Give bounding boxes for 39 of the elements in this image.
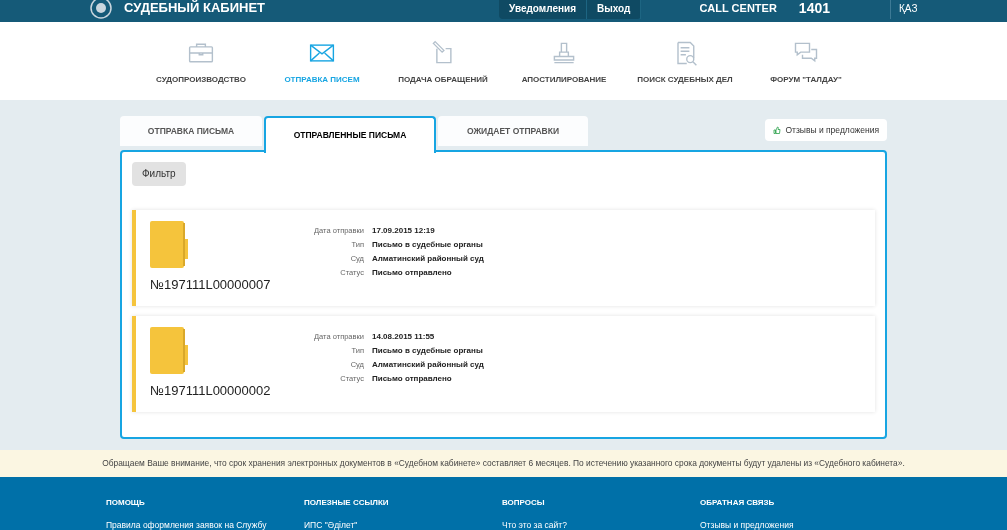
letter-number: №197111L00000002: [150, 381, 272, 400]
tab[interactable]: ОТПРАВКА ПИСЬМА: [120, 116, 262, 146]
site-title: СУДЕБНЫЙ КАБИНЕТ: [124, 0, 265, 18]
tab[interactable]: ОТПРАВЛЕННЫЕ ПИСЬМА: [264, 116, 436, 153]
field-value: Письмо в судебные органы: [372, 344, 484, 357]
footer-link[interactable]: Правила оформления заявок на Службу: [106, 519, 304, 530]
field-value: Письмо в судебные органы: [372, 238, 484, 251]
field-value: Письмо отправлено: [372, 266, 453, 279]
footer-heading: ПОМОЩЬ: [106, 497, 146, 509]
letter-number: №197111L00000007: [150, 275, 272, 294]
notice-text: Обращаем Ваше внимание, что срок хранения электронных документов в «Судебном кабинете» составляет 6 месяцев. По истечению указанного срока документы будут удалены из «Судебного кабинета».: [0, 450, 1007, 477]
footer-link[interactable]: Отзывы и предложения: [700, 519, 898, 530]
footer-heading: ОБРАТНАЯ СВЯЗЬ: [700, 497, 776, 509]
thumbs-up-icon: [773, 126, 782, 134]
language-link[interactable]: ҚАЗ: [899, 0, 919, 16]
footer-link[interactable]: ИПС "Әділет": [304, 519, 502, 530]
footer-link[interactable]: Что это за сайт?: [502, 519, 700, 530]
tab[interactable]: ОЖИДАЕТ ОТПРАВКИ: [438, 116, 588, 146]
feedback-button[interactable]: Отзывы и предложения: [765, 119, 887, 141]
nav-link[interactable]: ПОДАЧА ОБРАЩЕНИЙ: [398, 74, 488, 86]
header-button[interactable]: Уведомления: [499, 0, 587, 19]
nav-link[interactable]: СУДОПРОИЗВОДСТВО: [156, 74, 246, 86]
folder-icon: [150, 220, 188, 268]
call-center-label: CALL CENTER: [699, 0, 777, 16]
nav-link[interactable]: ПОИСК СУДЕБНЫХ ДЕЛ: [637, 74, 733, 86]
footer-heading: ПОЛЕЗНЫЕ ССЫЛКИ: [304, 497, 390, 509]
field-value: Письмо отправлено: [372, 372, 453, 385]
header-button[interactable]: Выход: [587, 0, 642, 19]
field-value: Алматинский районный суд: [372, 252, 484, 265]
folder-icon: [150, 326, 188, 374]
filter-button[interactable]: Фильтр: [132, 161, 186, 186]
field-value: 17.09.2015 12:19: [372, 224, 436, 237]
emblem-icon: [88, 0, 114, 19]
phone-number: 1401: [798, 0, 830, 18]
nav-link[interactable]: АПОСТИЛИРОВАНИЕ: [521, 74, 607, 86]
field-value: 14.08.2015 11:55: [372, 330, 436, 343]
footer-heading: ВОПРОСЫ: [502, 497, 546, 509]
nav-link[interactable]: ФОРУМ "ТАЛДАУ": [770, 74, 842, 86]
field-value: Алматинский районный суд: [372, 358, 484, 371]
